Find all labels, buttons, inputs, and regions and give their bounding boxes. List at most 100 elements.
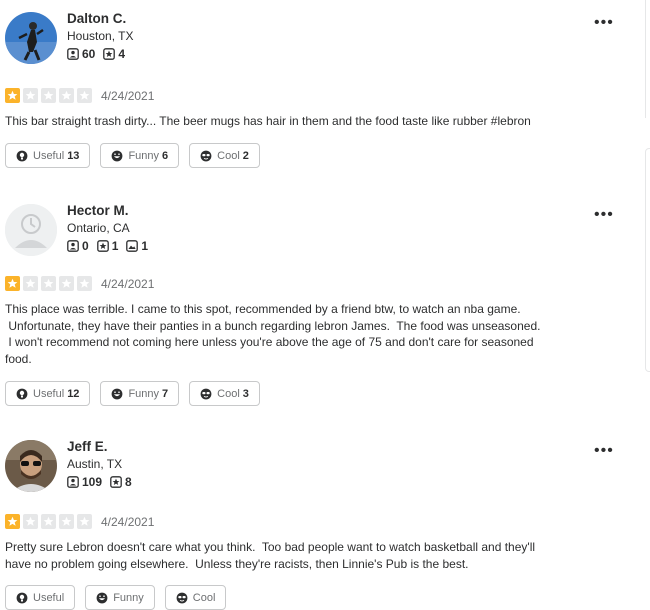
cool-label: Cool — [217, 387, 240, 400]
review-text: This bar straight trash dirty... The bee… — [5, 113, 550, 130]
reviewer-location: Houston, TX — [67, 29, 134, 43]
review-date: 4/24/2021 — [101, 514, 155, 529]
reviewer-name[interactable]: Dalton C. — [67, 11, 126, 26]
review-text-line: Pretty sure Lebron doesn't care what you… — [5, 540, 536, 554]
stars — [5, 514, 95, 529]
funny-count: 6 — [162, 149, 169, 162]
more-options-icon[interactable]: ••• — [594, 14, 614, 32]
reviewer-name[interactable]: Hector M. — [67, 203, 129, 218]
star-empty-icon — [23, 276, 38, 291]
friends-stat: 60 — [67, 47, 95, 61]
useful-button[interactable]: Useful — [5, 585, 76, 610]
star-empty-icon — [23, 514, 38, 529]
smile-icon — [112, 388, 123, 399]
useful-button[interactable]: Useful 12 — [5, 381, 91, 406]
reviewer-location: Austin, TX — [67, 457, 123, 471]
funny-label: Funny — [128, 149, 160, 162]
review-text-line: food. — [5, 351, 32, 366]
cool-button[interactable]: Cool — [164, 585, 227, 610]
reviewer-stats: 60 4 — [67, 47, 125, 61]
review-text-line: have no problem going elsewhere. Unless … — [5, 556, 469, 571]
reviews-count: 1 — [111, 239, 119, 253]
cool-button[interactable]: Cool 2 — [189, 143, 260, 168]
cool-count: 3 — [242, 387, 249, 400]
star-empty-icon — [41, 88, 56, 103]
funny-button[interactable]: Funny — [85, 585, 155, 610]
reviewer-location: Ontario, CA — [67, 221, 130, 235]
friends-stat: 0 — [67, 239, 89, 253]
stars — [5, 88, 95, 103]
stars — [5, 276, 95, 291]
review-date: 4/24/2021 — [101, 88, 155, 103]
cool-button[interactable]: Cool 3 — [189, 381, 260, 406]
useful-label: Useful — [33, 387, 65, 400]
funny-button[interactable]: Funny 6 — [100, 143, 180, 168]
sunglasses-icon — [200, 150, 212, 161]
useful-count: 12 — [67, 387, 80, 400]
star-empty-icon — [59, 88, 74, 103]
cool-label: Cool — [217, 149, 240, 162]
useful-button[interactable]: Useful 13 — [5, 143, 91, 168]
avatar[interactable] — [5, 440, 57, 492]
star-filled-icon — [5, 514, 20, 529]
avatar[interactable] — [5, 204, 57, 256]
funny-button[interactable]: Funny 7 — [100, 381, 180, 406]
useful-count: 13 — [67, 149, 80, 162]
cool-count: 2 — [242, 149, 249, 162]
reaction-buttons: Useful Funny Cool — [5, 585, 227, 610]
star-rating: 4/24/2021 — [5, 276, 154, 291]
reaction-buttons: Useful 12 Funny 7 Cool 3 — [5, 381, 260, 406]
lightbulb-icon — [16, 388, 28, 399]
sunglasses-icon — [176, 592, 188, 603]
more-options-icon[interactable]: ••• — [594, 206, 614, 224]
star-empty-icon — [41, 276, 56, 291]
sidebar-panel-edge — [645, 148, 650, 372]
sunglasses-icon — [200, 388, 212, 399]
reviews-stat: 8 — [110, 475, 132, 489]
reviews-icon — [110, 476, 122, 488]
star-empty-icon — [59, 514, 74, 529]
funny-count: 7 — [162, 387, 169, 400]
star-empty-icon — [59, 276, 74, 291]
review-text-line: This bar straight trash dirty... The bee… — [5, 114, 531, 128]
lightbulb-icon — [16, 150, 28, 161]
lightbulb-icon — [16, 592, 28, 603]
friends-stat: 109 — [67, 475, 102, 489]
star-empty-icon — [41, 514, 56, 529]
photos-count: 1 — [141, 239, 149, 253]
photos-stat: 1 — [126, 239, 148, 253]
review-text-line: Unfortunate, they have their panties in … — [5, 318, 541, 333]
star-filled-icon — [5, 88, 20, 103]
reviews-stat: 4 — [103, 47, 125, 61]
reviewer-stats: 109 8 — [67, 475, 132, 489]
reaction-buttons: Useful 13 Funny 6 Cool 2 — [5, 143, 260, 168]
reviewer-stats: 0 1 1 — [67, 239, 148, 253]
useful-label: Useful — [33, 591, 65, 604]
reviews-count: 8 — [125, 475, 132, 489]
friends-icon — [67, 48, 79, 60]
funny-label: Funny — [128, 387, 160, 400]
friends-count: 60 — [82, 47, 96, 61]
sidebar-edge-top — [645, 0, 646, 118]
reviewer-name[interactable]: Jeff E. — [67, 439, 108, 454]
friends-count: 0 — [82, 239, 89, 253]
friends-count: 109 — [82, 475, 103, 489]
star-filled-icon — [5, 276, 20, 291]
funny-label: Funny — [113, 591, 144, 604]
review-text: Pretty sure Lebron doesn't care what you… — [5, 539, 550, 572]
more-options-icon[interactable]: ••• — [594, 442, 614, 460]
star-empty-icon — [77, 276, 92, 291]
friends-icon — [67, 240, 79, 252]
star-empty-icon — [77, 88, 92, 103]
friends-icon — [67, 476, 79, 488]
reviews-icon — [96, 240, 109, 252]
cool-label: Cool — [192, 591, 216, 604]
smile-icon — [96, 592, 108, 603]
smile-icon — [112, 150, 123, 161]
reviews-count: 4 — [118, 47, 126, 61]
reviews-stat: 1 — [96, 239, 119, 253]
avatar[interactable] — [5, 12, 57, 64]
photos-icon — [126, 240, 139, 252]
review-text-line: This place was terrible. I came to this … — [5, 302, 521, 316]
reviews-icon — [103, 48, 116, 60]
